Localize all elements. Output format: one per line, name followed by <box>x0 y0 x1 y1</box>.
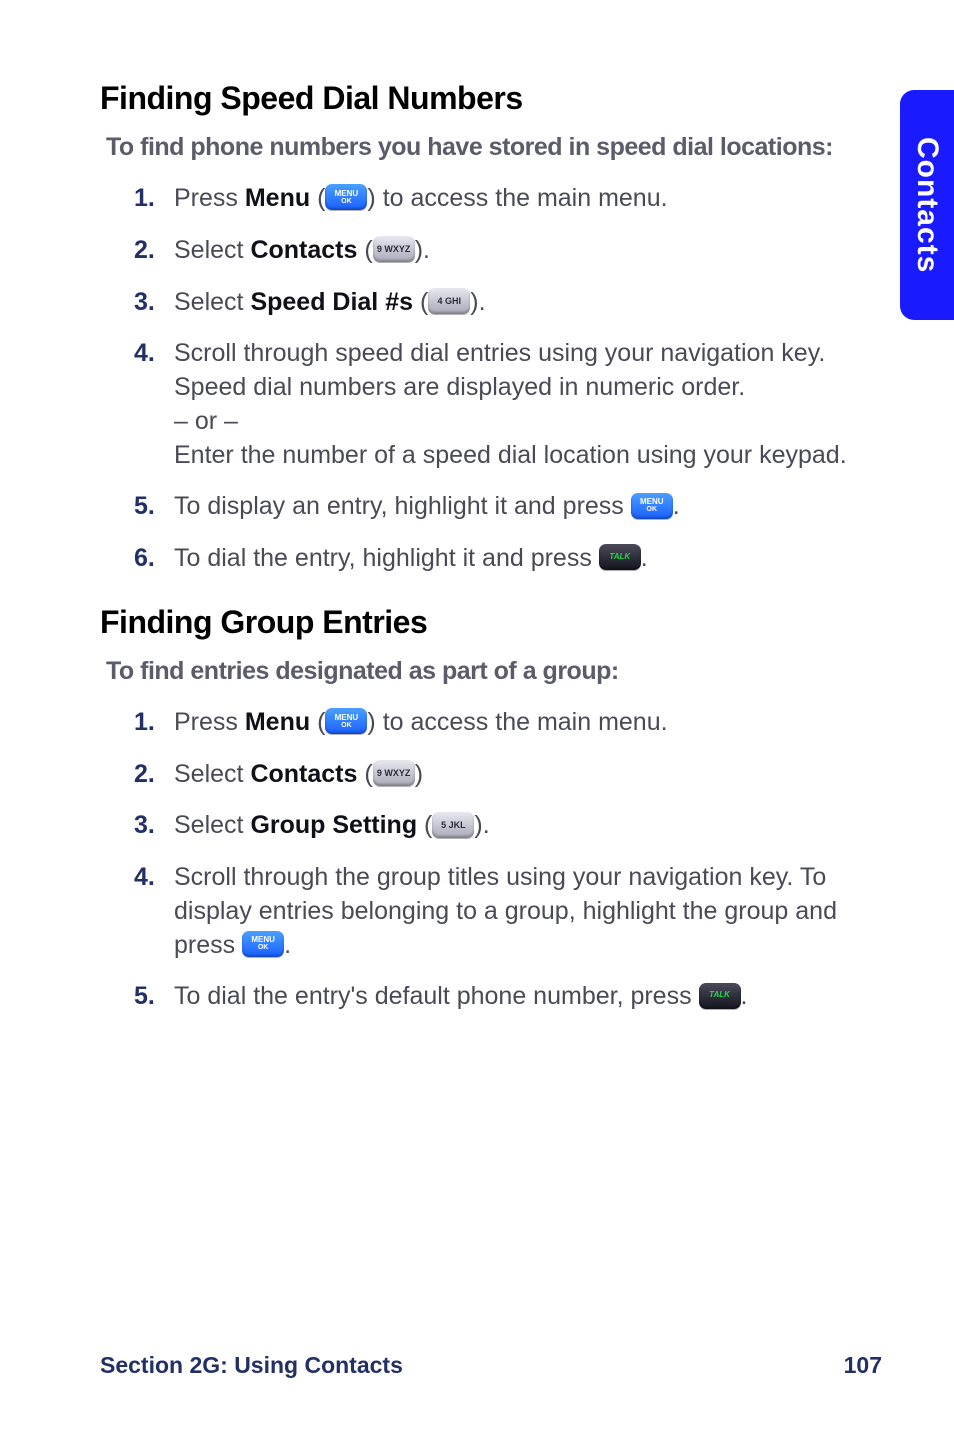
page: Contacts Finding Speed Dial Numbers To f… <box>0 0 954 1431</box>
talk-key-icon: TALK <box>699 983 741 1009</box>
steps-group-entries: Press Menu (MENUOK) to access the main m… <box>100 706 894 1014</box>
step-5: To display an entry, highlight it and pr… <box>134 490 894 524</box>
step-1: Press Menu (MENUOK) to access the main m… <box>134 182 894 216</box>
key-9-icon: 9 WXYZ <box>373 760 415 786</box>
key-5-icon: 5 JKL <box>432 812 474 838</box>
footer-page-number: 107 <box>844 1352 882 1379</box>
subheading-speed-dial: To find phone numbers you have stored in… <box>106 133 894 162</box>
heading-speed-dial: Finding Speed Dial Numbers <box>100 80 894 117</box>
steps-speed-dial: Press Menu (MENUOK) to access the main m… <box>100 182 894 576</box>
menu-ok-key-icon: MENUOK <box>325 708 367 734</box>
talk-key-icon: TALK <box>599 544 641 570</box>
step-4: Scroll through speed dial entries using … <box>134 337 894 472</box>
subheading-group-entries: To find entries designated as part of a … <box>106 657 894 686</box>
step-3: Select Group Setting (5 JKL). <box>134 809 894 843</box>
key-4-icon: 4 GHI <box>428 288 470 314</box>
menu-ok-key-icon: MENUOK <box>325 184 367 210</box>
menu-ok-key-icon: MENUOK <box>242 931 284 957</box>
step-6: To dial the entry, highlight it and pres… <box>134 542 894 576</box>
step-5: To dial the entry's default phone number… <box>134 980 894 1014</box>
step-2: Select Contacts (9 WXYZ) <box>134 758 894 792</box>
key-9-icon: 9 WXYZ <box>373 236 415 262</box>
step-3: Select Speed Dial #s (4 GHI). <box>134 286 894 320</box>
step-4: Scroll through the group titles using yo… <box>134 861 894 962</box>
side-tab-label: Contacts <box>910 137 944 273</box>
step-1: Press Menu (MENUOK) to access the main m… <box>134 706 894 740</box>
menu-ok-key-icon: MENUOK <box>631 493 673 519</box>
side-tab-contacts: Contacts <box>900 90 954 320</box>
page-footer: Section 2G: Using Contacts 107 <box>100 1352 882 1379</box>
heading-group-entries: Finding Group Entries <box>100 604 894 641</box>
footer-section-label: Section 2G: Using Contacts <box>100 1352 403 1379</box>
step-2: Select Contacts (9 WXYZ). <box>134 234 894 268</box>
